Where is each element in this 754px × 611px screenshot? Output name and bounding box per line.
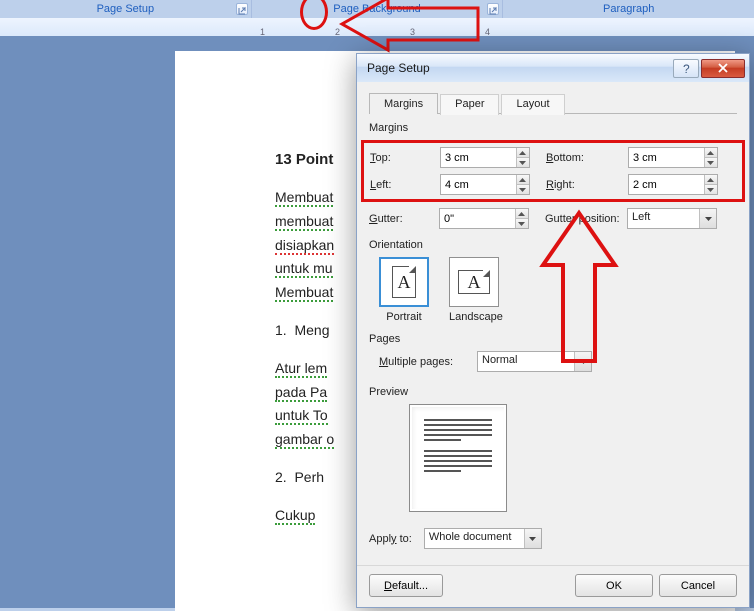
preview-thumbnail: [409, 404, 507, 512]
apply-to-combo[interactable]: Whole document: [424, 528, 542, 549]
portrait-label: Portrait: [379, 311, 429, 323]
chevron-up-icon: [705, 148, 717, 158]
tab-paper[interactable]: Paper: [440, 94, 499, 115]
chevron-down-icon: [705, 185, 717, 194]
apply-to-value: Whole document: [425, 529, 524, 548]
top-margin-input[interactable]: [441, 148, 516, 167]
gutter-position-value: Left: [628, 209, 699, 228]
gutter-label: Gutter:: [369, 213, 423, 225]
landscape-label: Landscape: [449, 311, 503, 323]
chevron-up-icon: [517, 175, 529, 185]
margins-section-label: Margins: [369, 122, 737, 134]
svg-text:?: ?: [683, 62, 690, 75]
landscape-thumb: A: [449, 257, 499, 307]
ribbon-group-label: Paragraph: [603, 3, 654, 15]
left-margin-input[interactable]: [441, 175, 516, 194]
chevron-up-icon: [705, 175, 717, 185]
chevron-down-icon: [517, 185, 529, 194]
annotation-highlight-box: Top: Bottom: Left: Right:: [361, 140, 745, 202]
portrait-thumb: A: [379, 257, 429, 307]
page-setup-dialog: Page Setup ? Margins Paper Layout Margin…: [356, 53, 750, 608]
page-background-dialog-launcher[interactable]: [487, 3, 499, 15]
tab-margins[interactable]: Margins: [369, 93, 438, 114]
tab-layout[interactable]: Layout: [501, 94, 564, 115]
dialog-close-button[interactable]: [701, 59, 745, 78]
cancel-button[interactable]: Cancel: [659, 574, 737, 597]
dialog-tabs: Margins Paper Layout: [369, 92, 737, 114]
top-margin-label: Top:: [370, 152, 424, 164]
dialog-footer: Default... OK Cancel: [357, 565, 749, 607]
right-margin-spinner[interactable]: [628, 174, 718, 195]
dialog-titlebar[interactable]: Page Setup ?: [357, 54, 749, 82]
preview-section-label: Preview: [369, 386, 737, 398]
chevron-down-icon: [517, 158, 529, 167]
ribbon-group-page-setup: Page Setup: [0, 0, 252, 18]
multiple-pages-label: Multiple pages:: [379, 356, 453, 368]
ok-button[interactable]: OK: [575, 574, 653, 597]
left-margin-label: Left:: [370, 179, 424, 191]
chevron-down-icon[interactable]: [699, 209, 716, 228]
default-button[interactable]: Default...: [369, 574, 443, 597]
chevron-down-icon[interactable]: [524, 529, 541, 548]
bottom-margin-spinner[interactable]: [628, 147, 718, 168]
chevron-up-icon: [517, 148, 529, 158]
chevron-down-icon: [705, 158, 717, 167]
chevron-down-icon: [516, 219, 528, 228]
bottom-margin-label: Bottom:: [546, 152, 612, 164]
right-margin-label: Right:: [546, 179, 612, 191]
ribbon-group-label: Page Setup: [97, 3, 155, 15]
left-margin-spinner[interactable]: [440, 174, 530, 195]
gutter-input[interactable]: [440, 209, 515, 228]
dialog-help-button[interactable]: ?: [673, 59, 699, 78]
bottom-margin-input[interactable]: [629, 148, 704, 167]
annotation-arrow-up: [539, 209, 619, 374]
ribbon-group-paragraph: Paragraph: [503, 0, 754, 18]
apply-to-label: Apply to:: [369, 533, 412, 545]
gutter-position-combo[interactable]: Left: [627, 208, 717, 229]
annotation-arrow-left: [330, 0, 480, 53]
right-margin-input[interactable]: [629, 175, 704, 194]
orientation-landscape[interactable]: A Landscape: [449, 257, 503, 323]
dialog-title: Page Setup: [367, 61, 673, 75]
chevron-up-icon: [516, 209, 528, 219]
page-setup-dialog-launcher[interactable]: [236, 3, 248, 15]
top-margin-spinner[interactable]: [440, 147, 530, 168]
gutter-spinner[interactable]: [439, 208, 529, 229]
orientation-portrait[interactable]: A Portrait: [379, 257, 429, 323]
